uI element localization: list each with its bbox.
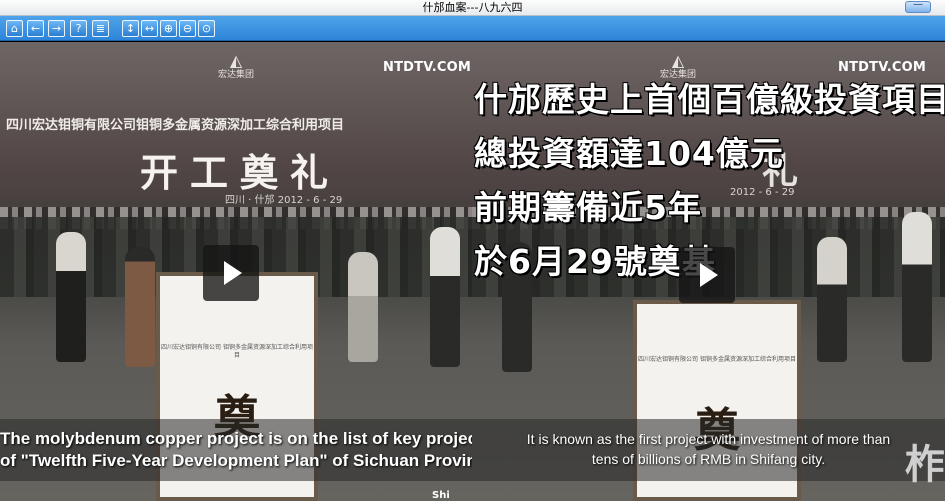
home-icon: ⌂	[11, 22, 18, 35]
subtitle-line: tens of billions of RMB in Shifang city.	[591, 451, 826, 467]
ntdtv-watermark: NTDTV.COM	[383, 60, 472, 75]
logo-mark-icon: ◭	[671, 51, 685, 70]
ntdtv-watermark: NTDTV.COM	[838, 60, 927, 75]
arrow-left-icon: ←	[30, 22, 41, 35]
fit-height-icon: ↕	[125, 22, 136, 35]
minimize-icon: —	[913, 0, 923, 10]
person-figure	[817, 237, 847, 362]
person-figure	[125, 247, 155, 367]
zoom-out-button[interactable]: ⊖	[179, 20, 196, 37]
logo-text: 宏达集团	[217, 70, 254, 80]
subtitle: It is known as the first project with in…	[472, 429, 945, 469]
board-caption: 四川宏达钼铜有限公司 钼铜多金属资源深加工综合利用项目	[638, 356, 796, 363]
subtitle-line: of "Twelfth Five-Year Development Plan" …	[0, 451, 472, 470]
back-button[interactable]: ←	[27, 20, 44, 37]
contents-button[interactable]: ≣	[92, 20, 109, 37]
zoom-out-icon: ⊖	[182, 22, 193, 35]
overlay-caption-line: 前期籌備近5年	[474, 188, 702, 227]
subtitle-line: It is known as the first project with in…	[526, 431, 891, 447]
board-caption: 四川宏达钼铜有限公司 钼铜多金属资源深加工综合利用项目	[161, 344, 313, 359]
zoom-in-button[interactable]: ⊕	[160, 20, 177, 37]
minimize-button[interactable]: —	[905, 0, 931, 13]
play-button[interactable]	[203, 245, 259, 301]
document-view: ◭ 宏达集团 NTDTV.COM 四川宏达钼铜有限公司钼铜多金属资源深加工综合利…	[0, 42, 945, 501]
zoom-reset-button[interactable]: ⊙	[198, 20, 215, 37]
edge-character: 柞	[905, 442, 945, 488]
subtitle: The molybdenum copper project is on the …	[0, 428, 472, 472]
fit-width-button[interactable]: ↔	[141, 20, 158, 37]
fit-height-button[interactable]: ↕	[122, 20, 139, 37]
banner-company-text: 四川宏达钼铜有限公司钼铜多金属资源深加工综合利用项目	[6, 118, 345, 133]
zoom-reset-icon: ⊙	[201, 22, 212, 35]
logo-mark-icon: ◭	[229, 51, 243, 70]
person-figure	[348, 252, 378, 362]
overlay-caption-line: 總投資額達104億元	[474, 134, 784, 173]
help-button[interactable]: ?	[70, 20, 87, 37]
logo-text: 宏达集团	[659, 70, 696, 80]
home-button[interactable]: ⌂	[6, 20, 23, 37]
fit-width-icon: ↔	[144, 22, 155, 35]
overlay-caption-line: 什邡歷史上首個百億級投資項目	[474, 80, 945, 119]
banner-date-text: 四川 · 什邡 2012 - 6 - 29	[225, 195, 343, 206]
play-button[interactable]	[679, 247, 735, 303]
company-logo: ◭ 宏达集团	[214, 52, 258, 86]
person-figure	[56, 232, 86, 362]
zoom-in-icon: ⊕	[163, 22, 174, 35]
person-figure	[902, 212, 932, 362]
corner-text: Shi	[432, 490, 450, 501]
toolbar: ⌂ ← → ? ≣ ↕ ↔ ⊕ ⊖ ⊙	[0, 16, 945, 41]
help-icon: ?	[75, 22, 82, 35]
person-figure	[430, 227, 460, 367]
arrow-right-icon: →	[51, 22, 62, 35]
contents-icon: ≣	[95, 22, 106, 35]
subtitle-line: The molybdenum copper project is on the …	[0, 429, 472, 448]
video-frame-1: ◭ 宏达集团 NTDTV.COM 四川宏达钼铜有限公司钼铜多金属资源深加工综合利…	[0, 42, 472, 501]
banner-ceremony-text: 开工奠礼	[140, 151, 341, 195]
window-title: 什邡血案---八九六四	[422, 1, 523, 14]
banner-date-text: 2012 - 6 - 29	[730, 187, 795, 198]
title-bar: 什邡血案---八九六四 —	[0, 0, 945, 16]
forward-button[interactable]: →	[48, 20, 65, 37]
video-frame-2: ◭ 宏达集团 NTDTV.COM 礼 2012 - 6 - 29 什邡歷史上首個…	[472, 42, 945, 501]
